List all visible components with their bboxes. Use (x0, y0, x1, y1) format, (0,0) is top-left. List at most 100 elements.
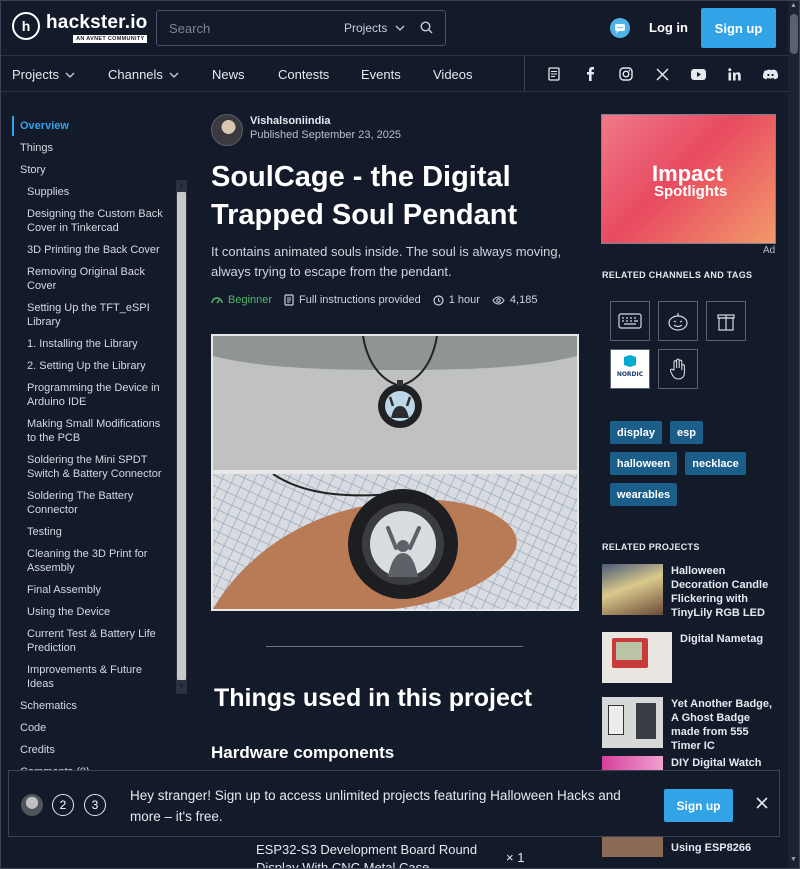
related-project-thumbnail (602, 564, 663, 615)
toc-item[interactable]: Programming the Device in Arduino IDE (27, 381, 167, 409)
duration-label: 1 hour (448, 294, 480, 306)
nav-videos[interactable]: Videos (433, 67, 473, 82)
linkedin-icon[interactable] (726, 66, 742, 82)
search-scope-select[interactable]: Projects (344, 21, 405, 35)
tag-display[interactable]: display (610, 421, 662, 444)
related-project-title: Halloween Decoration Candle Flickering w… (671, 565, 769, 619)
banner-signup-button[interactable]: Sign up (664, 789, 733, 822)
related-project-title: Yet Another Badge, A Ghost Badge made fr… (671, 698, 773, 752)
toc-item[interactable]: Using the Device (27, 605, 167, 619)
toc-item-schematics[interactable]: Schematics (20, 699, 77, 713)
toc-item[interactable]: 1. Installing the Library (27, 337, 167, 351)
search-bar[interactable]: Search Projects (156, 10, 446, 46)
toc-item[interactable]: Soldering the Mini SPDT Switch & Battery… (27, 453, 167, 481)
nav-projects[interactable]: Projects (12, 67, 75, 82)
component-name-link[interactable]: ESP32-S3 Development Board Round Display… (256, 841, 496, 869)
author-avatar[interactable] (211, 114, 243, 146)
channel-wearables[interactable] (658, 349, 698, 389)
clock-icon (433, 294, 444, 306)
signup-button[interactable]: Sign up (701, 8, 776, 48)
toc-item[interactable]: Testing (27, 525, 167, 539)
user-avatar (21, 794, 43, 816)
toc-scroll-thumb[interactable] (177, 192, 186, 680)
logo-mark-icon: h (12, 12, 40, 40)
toc-item[interactable]: Soldering The Battery Connector (27, 489, 167, 517)
nav-channels[interactable]: Channels (108, 67, 179, 82)
toc-item-credits[interactable]: Credits (20, 743, 55, 757)
toc-item[interactable]: Current Test & Battery Life Prediction (27, 627, 167, 655)
toc-scroll-up-icon[interactable]: ▲ (178, 182, 185, 189)
publish-date: Published September 23, 2025 (250, 129, 402, 141)
logo-subtitle: AN AVNET COMMUNITY (73, 35, 148, 43)
related-channels-heading: RELATED CHANNELS AND TAGS (602, 270, 753, 280)
toc-item-code[interactable]: Code (20, 721, 46, 735)
chat-icon[interactable] (610, 18, 630, 38)
discord-icon[interactable] (762, 66, 778, 82)
hero-image[interactable] (211, 334, 579, 611)
hero-photo-top (213, 336, 577, 470)
pumpkin-icon (668, 313, 688, 331)
search-icon[interactable] (420, 21, 433, 34)
top-header: h hackster.io AN AVNET COMMUNITY Search … (0, 0, 788, 56)
toc-item[interactable]: Removing Original Back Cover (27, 265, 157, 293)
facebook-icon[interactable] (582, 66, 598, 82)
tag-necklace[interactable]: necklace (685, 452, 746, 475)
project-stats: Beginner Full instructions provided 1 ho… (211, 294, 549, 306)
tag-esp[interactable]: esp (670, 421, 703, 444)
author-block: Vishalsoniindia Published September 23, … (211, 114, 401, 146)
difficulty-label: Beginner (228, 294, 273, 306)
page-title: SoulCage - the Digital Trapped Soul Pend… (211, 161, 518, 231)
toc-item-overview[interactable]: Overview (20, 119, 69, 133)
channel-gift[interactable] (706, 301, 746, 341)
toc-item[interactable]: Improvements & Future Ideas (27, 663, 167, 691)
toc-item-things[interactable]: Things (20, 141, 53, 155)
related-project-thumbnail (602, 697, 663, 748)
nav-news[interactable]: News (212, 67, 245, 82)
toc-item-story[interactable]: Story (20, 163, 46, 177)
toc-item[interactable]: Final Assembly (27, 583, 167, 597)
hand-icon (670, 358, 685, 380)
signup-banner: 2 3 Hey stranger! Sign up to access unli… (8, 770, 780, 837)
channel-halloween[interactable] (658, 301, 698, 341)
step-badge: 2 (52, 794, 74, 816)
toc-item[interactable]: Supplies (27, 185, 167, 199)
x-icon[interactable] (654, 66, 670, 82)
toc-item[interactable]: 2. Setting Up the Library (27, 359, 167, 373)
main-nav: Projects Channels News Contests Events V… (0, 56, 788, 92)
instagram-icon[interactable] (618, 66, 634, 82)
author-name[interactable]: Vishalsoniindia (250, 114, 401, 128)
document-icon (284, 294, 294, 306)
login-link[interactable]: Log in (649, 20, 688, 35)
page-scrollbar[interactable] (788, 0, 800, 869)
nav-contests[interactable]: Contests (278, 67, 329, 82)
related-project-thumbnail (602, 632, 672, 683)
page-subtitle: It contains animated souls inside. The s… (211, 244, 562, 279)
nav-events[interactable]: Events (361, 67, 401, 82)
ad-subtitle: Spotlights (654, 183, 728, 200)
toc-item[interactable]: Making Small Modifications to the PCB (27, 417, 167, 445)
tag-halloween[interactable]: halloween (610, 452, 677, 475)
channel-keyboard[interactable] (610, 301, 650, 341)
scroll-down-arrow-icon[interactable]: ▼ (790, 856, 797, 863)
toc-item[interactable]: Cleaning the 3D Print for Assembly (27, 547, 167, 575)
toc-item[interactable]: 3D Printing the Back Cover (27, 243, 167, 257)
toc-scroll-down-icon[interactable]: ▼ (178, 683, 185, 690)
tag-wearables[interactable]: wearables (610, 483, 677, 506)
search-scope-label: Projects (344, 21, 388, 35)
ad-banner[interactable]: Impact Spotlights (601, 114, 776, 244)
scroll-up-arrow-icon[interactable]: ▲ (790, 2, 797, 9)
blog-icon[interactable] (546, 66, 562, 82)
toc-item[interactable]: Designing the Custom Back Cover in Tinke… (27, 207, 167, 235)
search-input[interactable]: Search (169, 21, 210, 36)
eye-icon (492, 295, 505, 305)
channel-nordic[interactable]: NORDIC (610, 349, 650, 389)
hardware-components-heading: Hardware components (211, 743, 395, 762)
related-projects-heading: RELATED PROJECTS (602, 542, 700, 552)
page-scroll-thumb[interactable] (790, 14, 798, 54)
close-icon[interactable] (755, 796, 769, 810)
logo-name: hackster.io (46, 12, 148, 33)
youtube-icon[interactable] (690, 66, 706, 82)
toc-item[interactable]: Setting Up the TFT_eSPI Library (27, 301, 157, 329)
hackster-logo[interactable]: h hackster.io AN AVNET COMMUNITY (12, 12, 148, 43)
keyboard-icon (618, 313, 642, 329)
